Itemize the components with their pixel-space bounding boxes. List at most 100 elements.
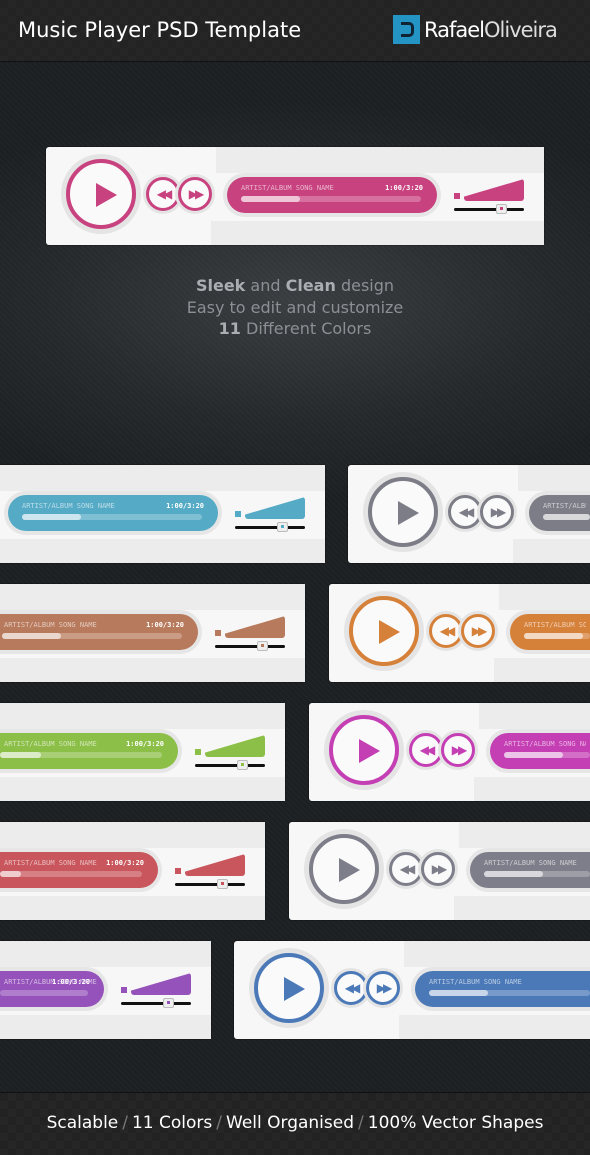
play-button[interactable] xyxy=(368,477,438,547)
volume-slider[interactable] xyxy=(215,641,285,651)
play-button[interactable] xyxy=(254,953,324,1023)
decoration xyxy=(0,584,305,610)
tagline-count: 11 xyxy=(218,319,241,338)
volume-slider[interactable] xyxy=(121,998,191,1008)
rewind-button[interactable]: ◀◀ xyxy=(429,614,463,648)
decoration xyxy=(0,703,285,729)
page-title: Music Player PSD Template xyxy=(18,18,302,42)
decoration xyxy=(459,822,590,848)
play-button[interactable] xyxy=(66,159,136,229)
speaker-icon xyxy=(121,987,127,993)
volume-slider[interactable] xyxy=(235,522,305,532)
music-player: ◀◀▶▶ ARTIST/ALBUM SONG NAME xyxy=(348,465,590,563)
progress-bar[interactable] xyxy=(524,633,590,639)
play-button[interactable] xyxy=(349,596,419,666)
progress-bar[interactable] xyxy=(484,871,590,877)
progress-fill xyxy=(524,633,584,639)
volume-slider[interactable] xyxy=(195,760,265,770)
progress-bar[interactable] xyxy=(0,871,142,877)
music-player: ◀◀▶▶ ARTIST/ALBUM SONG NAME xyxy=(329,584,590,682)
track-display: ARTIST/ALBUM SONG NAME 1:00/3:20 xyxy=(227,177,437,213)
music-player: ARTIST/ALBUM SONG NAME 1:00/3:20 xyxy=(0,703,285,801)
progress-bar[interactable] xyxy=(504,752,590,758)
track-display: ARTIST/ALBUM SONG NAME xyxy=(470,852,590,888)
progress-bar[interactable] xyxy=(0,990,88,996)
forward-button[interactable]: ▶▶ xyxy=(421,852,455,886)
rewind-button[interactable]: ◀◀ xyxy=(409,733,443,767)
rewind-button[interactable]: ◀◀ xyxy=(448,495,482,529)
track-display: ARTIST/ALBUM SONG NAME xyxy=(529,495,590,531)
volume-knob[interactable] xyxy=(217,879,228,889)
features-list: Scalable/11 Colors / Well Organised/100% V… xyxy=(0,1113,590,1133)
decoration xyxy=(216,147,544,173)
progress-fill xyxy=(504,752,564,758)
separator: / xyxy=(122,1113,128,1133)
track-info: ARTIST/ALBUM SONG NAME xyxy=(504,740,586,748)
volume-level-icon xyxy=(131,973,191,995)
volume-knob[interactable] xyxy=(277,522,288,532)
progress-bar[interactable] xyxy=(22,514,202,520)
tagline-and: and xyxy=(245,276,286,295)
track-display: ARTIST/ALBUM SONG NAME 1:00/3:20 xyxy=(0,971,104,1007)
speaker-icon xyxy=(175,868,181,874)
rewind-button[interactable]: ◀◀ xyxy=(146,177,180,211)
progress-bar[interactable] xyxy=(543,514,590,520)
volume-slider[interactable] xyxy=(454,204,524,214)
logo-mark-icon xyxy=(393,15,420,44)
forward-button[interactable]: ▶▶ xyxy=(178,177,212,211)
decoration xyxy=(454,896,590,920)
play-button[interactable] xyxy=(329,715,399,785)
tagline-line-1: Sleek and Clean design xyxy=(0,275,590,297)
progress-fill xyxy=(0,871,22,877)
tagline-design: design xyxy=(335,276,395,295)
volume-knob[interactable] xyxy=(257,641,268,651)
progress-bar[interactable] xyxy=(2,633,182,639)
track-display: ARTIST/ALBUM SONG NAME 1:00/3:20 xyxy=(0,852,158,888)
decoration xyxy=(474,777,590,801)
volume-knob[interactable] xyxy=(237,760,248,770)
play-button[interactable] xyxy=(309,834,379,904)
music-player: ◀◀▶▶ ARTIST/ALBUM SONG NAME xyxy=(234,941,590,1039)
progress-fill xyxy=(429,990,489,996)
decoration xyxy=(0,822,265,848)
track-info: ARTIST/ALBUM SONG NAME xyxy=(484,859,577,867)
forward-button[interactable]: ▶▶ xyxy=(480,495,514,529)
progress-fill xyxy=(2,633,62,639)
rewind-button[interactable]: ◀◀ xyxy=(334,971,368,1005)
decoration xyxy=(513,539,590,563)
progress-bar[interactable] xyxy=(241,196,421,202)
volume-level-icon xyxy=(205,735,265,757)
track-time: 1:00/3:20 xyxy=(146,621,184,629)
decoration xyxy=(0,896,265,920)
volume-knob[interactable] xyxy=(496,204,507,214)
track-time: 1:00/3:20 xyxy=(52,978,90,986)
rewind-button[interactable]: ◀◀ xyxy=(389,852,423,886)
tagline-sleek: Sleek xyxy=(195,276,246,295)
progress-bar[interactable] xyxy=(0,752,162,758)
volume-slider[interactable] xyxy=(175,879,245,889)
feature-organised: Well Organised xyxy=(226,1113,355,1133)
forward-button[interactable]: ▶▶ xyxy=(441,733,475,767)
music-player: ◀◀▶▶ ARTIST/ALBUM SONG NAME xyxy=(309,703,590,801)
decoration xyxy=(494,658,590,682)
volume-knob[interactable] xyxy=(163,998,174,1008)
footer: Scalable/11 Colors / Well Organised/100% V… xyxy=(0,1092,590,1155)
music-player: ARTIST/ALBUM SONG NAME 1:00/3:20 xyxy=(0,822,265,920)
decoration xyxy=(518,465,590,491)
tagline-colors: Different Colors xyxy=(240,319,372,338)
progress-bar[interactable] xyxy=(429,990,590,996)
track-display: ARTIST/ALBUM SONG NAME 1:00/3:20 xyxy=(0,614,198,650)
tagline-line-2: Easy to edit and customize xyxy=(186,297,404,317)
feature-scalable: Scalable xyxy=(46,1113,119,1133)
logo-second: Oliveira xyxy=(484,17,558,42)
decoration xyxy=(211,221,544,245)
volume-level-icon xyxy=(185,854,245,876)
volume-level-icon xyxy=(464,179,524,201)
volume-level-icon xyxy=(245,497,305,519)
logo-text: RafaelOliveira xyxy=(424,17,558,42)
forward-button[interactable]: ▶▶ xyxy=(461,614,495,648)
track-display: ARTIST/ALBUM SONG NAME xyxy=(415,971,590,1007)
music-player: ◀◀ ▶▶ ARTIST/ALBUM SONG NAME 1:00/3:20 xyxy=(46,147,544,245)
forward-button[interactable]: ▶▶ xyxy=(366,971,400,1005)
decoration xyxy=(479,703,590,729)
